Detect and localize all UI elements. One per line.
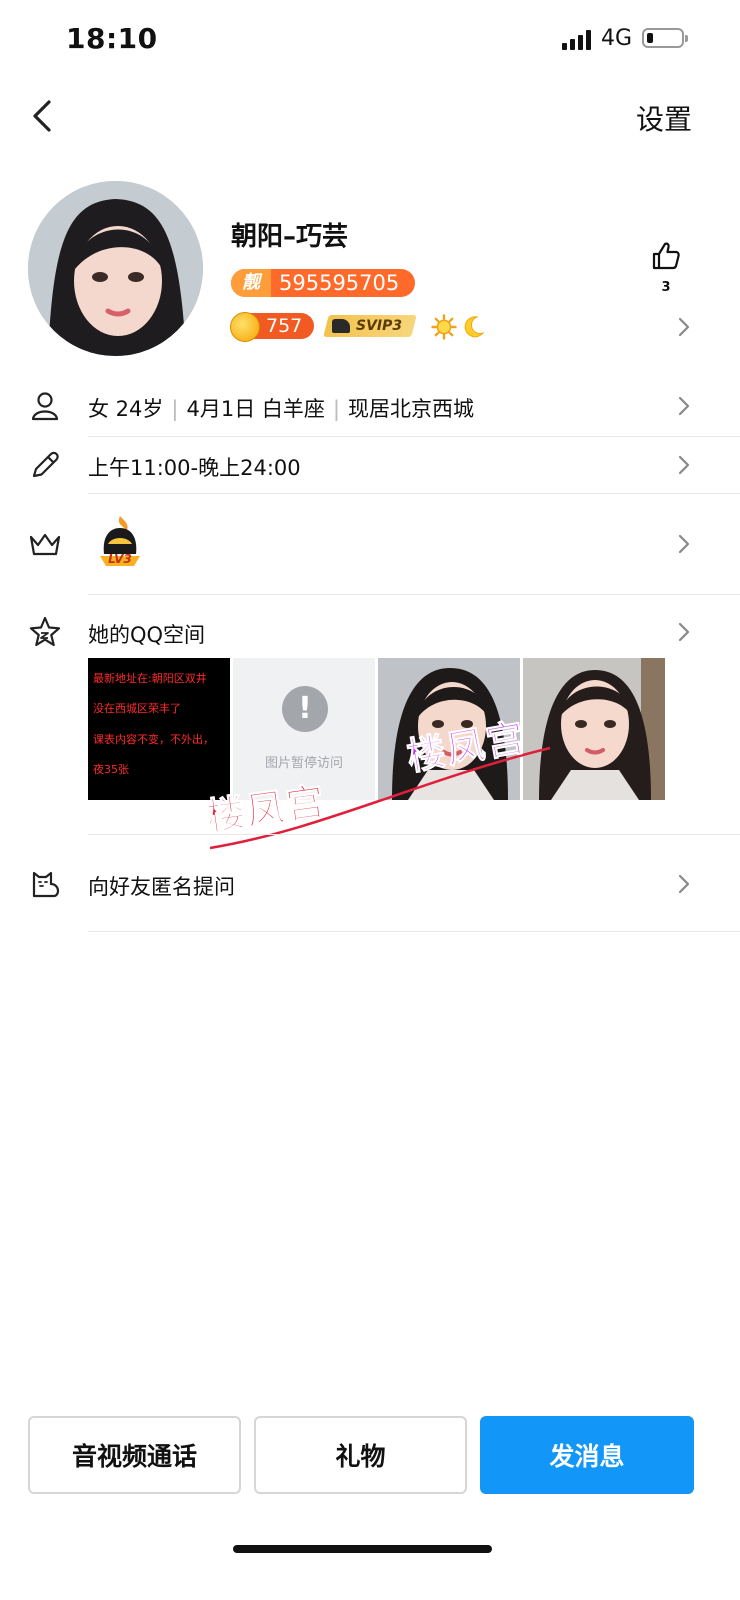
like-count: 3 bbox=[661, 280, 671, 295]
schedule-row[interactable]: 上午11:00-晚上24:00 bbox=[0, 437, 740, 493]
thumb-text-line: 最新地址在:朝阳区双井 bbox=[93, 672, 207, 685]
nickname: 朝阳–巧芸 bbox=[231, 222, 349, 252]
network-type: 4G bbox=[601, 26, 633, 51]
exclamation-icon: ! bbox=[282, 686, 328, 732]
send-message-button[interactable]: 发消息 bbox=[480, 1416, 694, 1494]
home-indicator[interactable] bbox=[233, 1545, 492, 1553]
chevron-right-icon bbox=[678, 396, 690, 416]
chevron-right-icon bbox=[678, 455, 690, 475]
thumb-text-line: 夜35张 bbox=[93, 763, 129, 776]
signal-icon bbox=[562, 28, 592, 50]
gender-age: 女 24岁 bbox=[88, 397, 164, 421]
battery-icon bbox=[642, 28, 688, 48]
profile-chevron-right-icon[interactable] bbox=[677, 316, 691, 338]
divider: | bbox=[332, 397, 340, 421]
chevron-right-icon bbox=[678, 874, 690, 894]
svip-badge[interactable]: SVIP3 bbox=[323, 315, 417, 337]
level-label: LV3 bbox=[108, 552, 132, 566]
person-icon bbox=[31, 392, 59, 421]
back-icon[interactable] bbox=[24, 96, 64, 136]
pretty-number-badge[interactable]: 靓 595595705 bbox=[231, 269, 415, 297]
gold-count: 757 bbox=[266, 315, 303, 337]
moon-icon[interactable] bbox=[460, 314, 486, 340]
thumb-text-line: 没在西城区荣丰了 bbox=[93, 702, 181, 715]
location: 现居北京西城 bbox=[347, 397, 474, 421]
cat-icon bbox=[32, 871, 60, 898]
thumb-text-line: 课表内容不变，不外出， bbox=[93, 733, 214, 746]
settings-button[interactable]: 设置 bbox=[636, 98, 692, 138]
anonymous-ask-label: 向好友匿名提问 bbox=[88, 875, 235, 899]
level-row[interactable]: LV3 bbox=[0, 494, 740, 594]
avatar-photo bbox=[28, 181, 203, 356]
coin-icon bbox=[230, 312, 260, 342]
gift-button[interactable]: 礼物 bbox=[254, 1416, 467, 1494]
status-time: 18:10 bbox=[66, 22, 158, 55]
chevron-right-icon bbox=[678, 534, 690, 554]
info-row[interactable]: 女 24岁 | 4月1日 白羊座 | 现居北京西城 bbox=[0, 378, 740, 436]
pretty-number-mark: 靓 bbox=[231, 269, 271, 297]
thumbs-up-icon[interactable] bbox=[650, 240, 682, 272]
qq-number: 595595705 bbox=[279, 271, 400, 295]
pencil-icon bbox=[32, 451, 59, 478]
qzone-row[interactable]: 她的QQ空间 bbox=[0, 595, 740, 655]
star-icon bbox=[29, 616, 61, 647]
qzone-title: 她的QQ空间 bbox=[88, 623, 206, 647]
schedule-text: 上午11:00-晚上24:00 bbox=[88, 456, 301, 480]
anonymous-ask-row[interactable]: 向好友匿名提问 bbox=[0, 835, 740, 931]
svip-label: SVIP3 bbox=[356, 318, 403, 334]
divider: | bbox=[171, 397, 179, 421]
info-text: 女 24岁 | 4月1日 白羊座 | 现居北京西城 bbox=[88, 393, 474, 423]
divider-line bbox=[88, 931, 740, 932]
avatar[interactable] bbox=[28, 181, 203, 356]
chevron-right-icon bbox=[678, 622, 690, 642]
birthday-sign: 4月1日 白羊座 bbox=[186, 397, 325, 421]
crown-icon bbox=[29, 533, 61, 556]
sun-icon[interactable] bbox=[431, 314, 457, 340]
penguin-icon bbox=[332, 319, 350, 333]
voice-video-call-button[interactable]: 音视频通话 bbox=[28, 1416, 241, 1494]
gold-badge[interactable]: 757 bbox=[230, 312, 314, 342]
